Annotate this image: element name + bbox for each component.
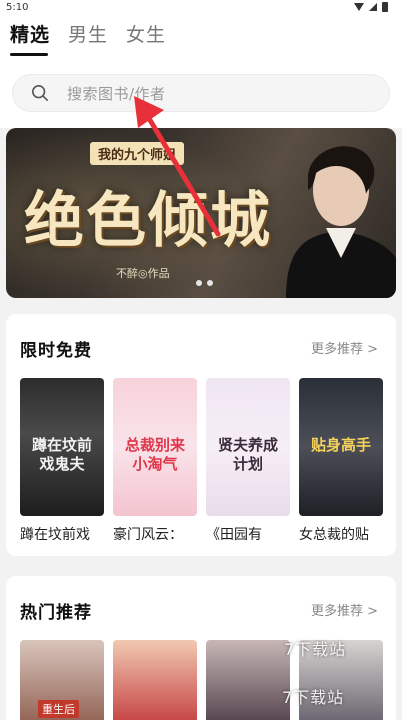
book-title: 《田园有 [206, 527, 262, 543]
book-cover: 贤夫养成计划 [206, 378, 290, 516]
book-card[interactable]: 贴身高手 女总裁的贴 [299, 378, 383, 544]
banner-title: 绝色倾城 [24, 186, 272, 256]
battery-icon [382, 2, 388, 12]
cover-title: 贴身高手 [310, 436, 371, 454]
book-card[interactable]: 重生后 [20, 640, 104, 720]
more-recommend-link[interactable]: 更多推荐 > [311, 338, 378, 357]
tab-male[interactable]: 男生 [68, 22, 108, 48]
header: 精选 男生 女生 搜索图书/作者 [0, 16, 402, 128]
book-cover: 重生后 [20, 640, 104, 720]
carousel-indicator [196, 280, 213, 286]
book-cover [113, 640, 197, 720]
banner-author: 不醉◎作品 [116, 267, 170, 280]
book-title: 女总裁的贴 [299, 527, 369, 543]
book-card[interactable] [113, 640, 197, 720]
tab-featured[interactable]: 精选 [10, 22, 50, 56]
watermark-text: 7下载站 [282, 688, 345, 707]
status-bar: 5:10 [0, 0, 402, 16]
limited-free-section: 限时免费 更多推荐 > 蹲在坟前戏鬼夫 蹲在坟前戏 总裁别来小淘气 豪门风云： … [6, 314, 396, 556]
book-title: 豪门风云： [113, 527, 183, 543]
banner-subtitle: 我的九个师姐 [90, 142, 185, 165]
cover-title: 贤夫养成计划 [217, 436, 278, 473]
carousel-dot[interactable] [196, 280, 202, 286]
book-card[interactable]: 总裁别来小淘气 豪门风云： [113, 378, 197, 544]
status-icons [354, 2, 388, 12]
book-list: 蹲在坟前戏鬼夫 蹲在坟前戏 总裁别来小淘气 豪门风云： 贤夫养成计划 《田园有 … [20, 378, 383, 544]
carousel-dot[interactable] [207, 280, 213, 286]
search-placeholder: 搜索图书/作者 [67, 84, 166, 103]
book-title: 蹲在坟前戏 [20, 527, 90, 543]
book-card[interactable]: 蹲在坟前戏鬼夫 蹲在坟前戏 [20, 378, 104, 544]
banner-carousel[interactable]: 我的九个师姐 绝色倾城 不醉◎作品 [6, 128, 396, 298]
book-cover: 贴身高手 [299, 378, 383, 516]
wifi-icon [354, 3, 364, 11]
book-cover: 总裁别来小淘气 [113, 378, 197, 516]
signal-icon [369, 3, 377, 11]
section-title: 限时免费 [20, 341, 92, 361]
book-cover: 蹲在坟前戏鬼夫 [20, 378, 104, 516]
cover-title: 重生后 [38, 700, 79, 718]
watermark-text: 7下载站 [284, 640, 347, 659]
tab-female[interactable]: 女生 [126, 22, 166, 48]
search-input[interactable]: 搜索图书/作者 [12, 74, 390, 112]
search-icon [31, 84, 49, 102]
cover-title: 总裁别来小淘气 [124, 436, 185, 473]
more-recommend-link[interactable]: 更多推荐 > [311, 600, 378, 619]
book-cover [206, 640, 290, 720]
book-card[interactable] [206, 640, 290, 720]
section-title: 热门推荐 [20, 603, 92, 623]
category-tabs: 精选 男生 女生 [10, 22, 166, 56]
cover-title: 蹲在坟前戏鬼夫 [31, 436, 92, 473]
book-card[interactable]: 贤夫养成计划 《田园有 [206, 378, 290, 544]
status-time: 5:10 [6, 2, 29, 13]
